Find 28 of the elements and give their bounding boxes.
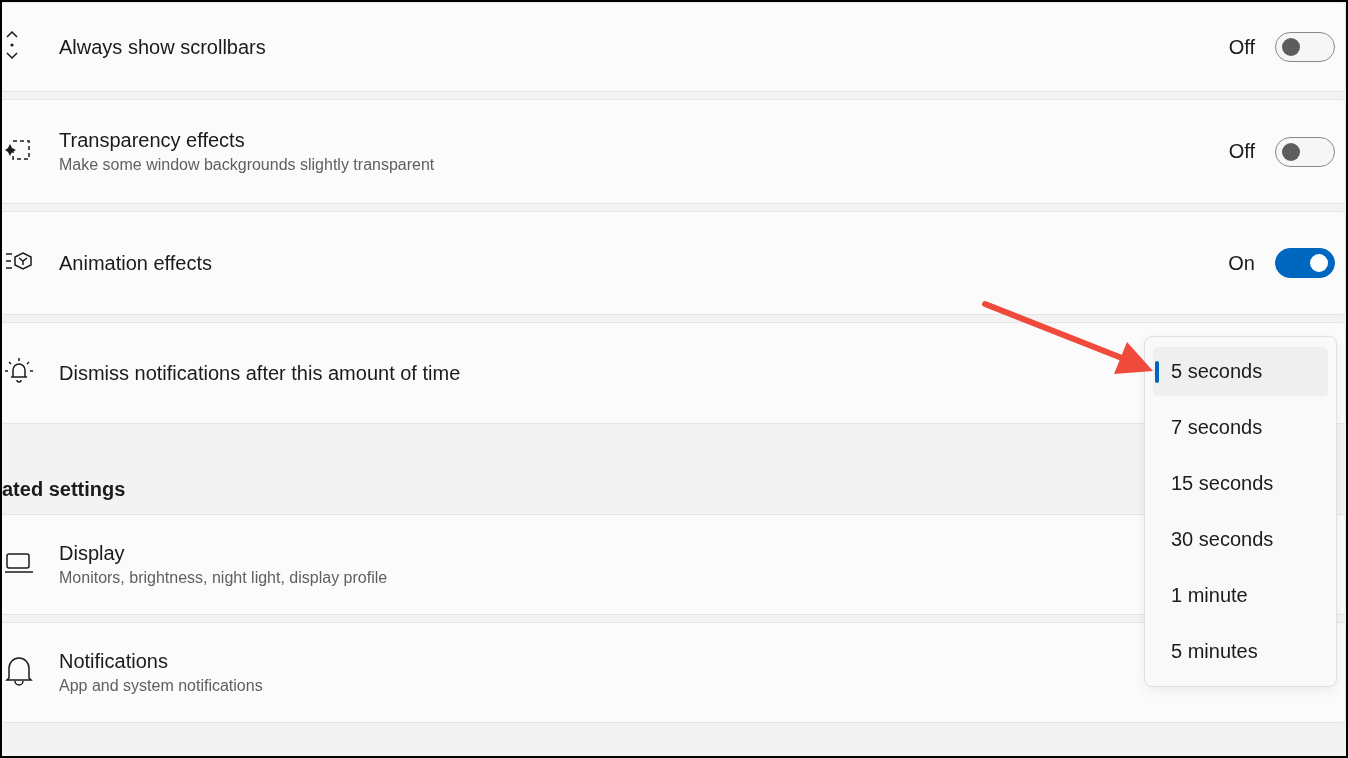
setting-title: Always show scrollbars (59, 35, 266, 59)
scroll-arrows-icon (5, 31, 19, 59)
toggle-switch[interactable] (1275, 32, 1335, 62)
dropdown-option[interactable]: 30 seconds (1153, 515, 1328, 564)
toggle-state-label: Off (1228, 140, 1255, 163)
setting-title: Animation effects (59, 251, 213, 275)
setting-title: Transparency effects (59, 129, 245, 152)
dropdown-option[interactable]: 5 minutes (1153, 627, 1328, 676)
dropdown-option[interactable]: 5 seconds (1153, 347, 1328, 396)
toggle-switch[interactable] (1275, 248, 1335, 278)
animation-icon (5, 251, 33, 271)
toggle-state-label: On (1228, 251, 1255, 275)
setting-description: Make some window backgrounds slightly transparent (59, 156, 435, 174)
selection-indicator (1155, 361, 1159, 383)
toggle-switch[interactable] (1275, 136, 1335, 167)
dropdown-option[interactable]: 7 seconds (1153, 403, 1328, 452)
setting-description: App and system notifications (59, 677, 263, 695)
setting-title: Notifications (59, 650, 168, 673)
setting-description: Monitors, brightness, night light, display profile (59, 569, 388, 587)
setting-title: Display (59, 542, 125, 565)
dropdown-option[interactable]: 1 minute (1153, 571, 1328, 620)
toggle-state-label: Off (1228, 35, 1255, 59)
setting-title: Dismiss notifications after this amount of time (59, 361, 461, 385)
notification-bell-icon (5, 357, 33, 385)
bell-icon (5, 655, 33, 686)
section-heading: ated settings (2, 478, 126, 501)
laptop-icon (5, 551, 33, 574)
dropdown-option[interactable]: 15 seconds (1153, 459, 1328, 508)
